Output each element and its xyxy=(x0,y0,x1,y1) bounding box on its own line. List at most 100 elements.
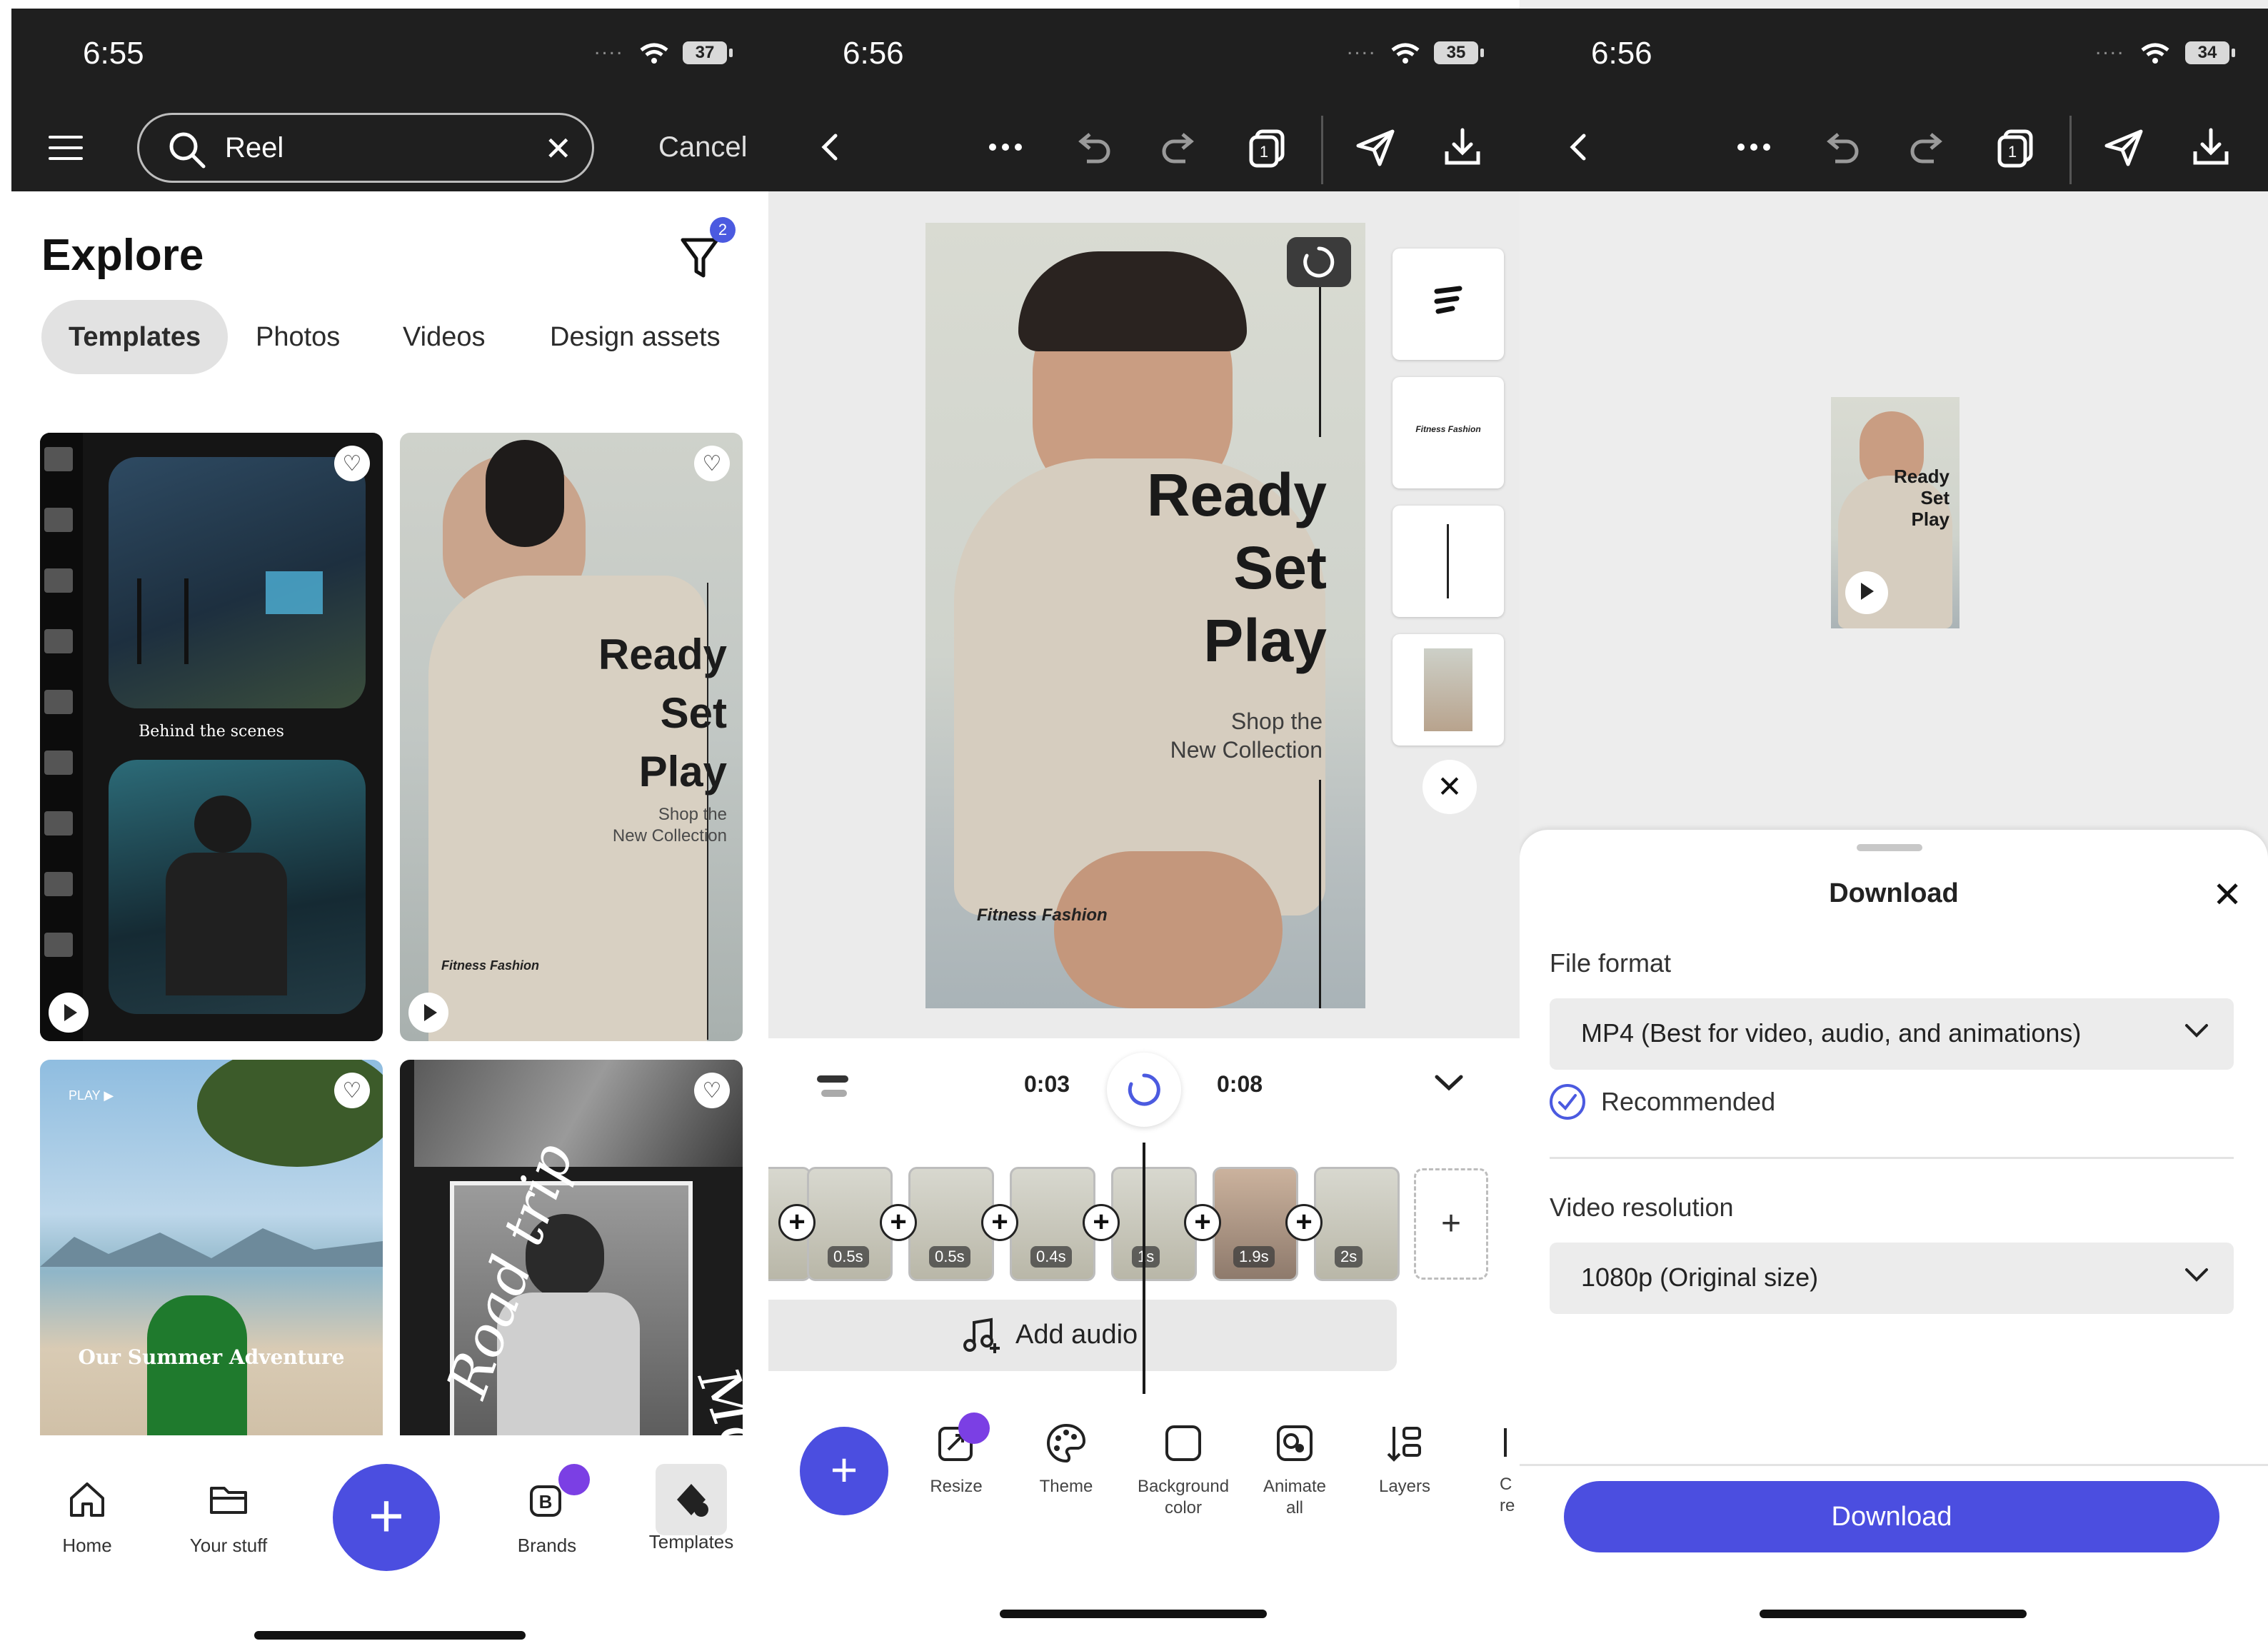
status-time: 6:56 xyxy=(843,36,904,71)
cancel-button[interactable]: Cancel xyxy=(658,131,748,164)
download-sheet: Download ✕ File format MP4 (Best for vid… xyxy=(1520,830,2268,1651)
sheet-handle[interactable] xyxy=(1857,844,1922,851)
tile-caption: Behind the scenes xyxy=(40,723,383,741)
search-field[interactable]: Reel ✕ xyxy=(137,113,594,183)
wifi-icon xyxy=(1391,43,1420,64)
download-screen: 6:56 .... 34 1 ReadySetPlay Download ✕ F… xyxy=(1520,0,2268,1651)
signal-indicator: .... xyxy=(2095,36,2124,60)
template-tile-behind-the-scenes[interactable]: Behind the scenes ♡ xyxy=(40,433,383,1041)
design-brand-text[interactable]: Fitness Fashion xyxy=(977,905,1108,925)
back-icon[interactable] xyxy=(1558,126,1601,169)
share-send-icon[interactable] xyxy=(2102,126,2145,169)
preview-headline: ReadySetPlay xyxy=(1894,466,1950,530)
more-icon[interactable] xyxy=(984,126,1027,169)
svg-text:B: B xyxy=(539,1491,553,1512)
play-icon[interactable] xyxy=(49,993,89,1033)
favorite-icon[interactable]: ♡ xyxy=(334,446,370,481)
file-format-select[interactable]: MP4 (Best for video, audio, and animatio… xyxy=(1550,998,2234,1070)
divider xyxy=(1550,1157,2234,1159)
tool-cut-off[interactable]: Cre xyxy=(1500,1421,1520,1517)
tool-theme[interactable]: Theme xyxy=(1027,1421,1105,1497)
back-icon[interactable] xyxy=(810,126,853,169)
chevron-down-icon xyxy=(2184,1023,2209,1040)
wifi-icon xyxy=(640,43,668,64)
search-input[interactable]: Reel xyxy=(225,132,284,164)
top-bar: 6:56 .... 34 1 xyxy=(1520,9,2268,191)
signal-indicator: .... xyxy=(1347,36,1376,60)
template-tile-road-trip[interactable]: Road trip Mo ♡ xyxy=(400,1060,743,1445)
undo-icon[interactable] xyxy=(1071,126,1114,169)
tool-background-color[interactable]: Background color xyxy=(1137,1421,1230,1519)
brand-logo-text: Fitness Fashion xyxy=(441,958,539,973)
timeline-toggle-icon[interactable] xyxy=(813,1070,853,1105)
layers-icon xyxy=(1383,1421,1427,1465)
tool-animate-all[interactable]: Animate all xyxy=(1255,1421,1334,1519)
design-headline[interactable]: ReadySetPlay xyxy=(1147,458,1327,677)
template-tile-ready-set-play[interactable]: ReadySetPlay Shop theNew Collection Fitn… xyxy=(400,433,743,1041)
tab-videos[interactable]: Videos xyxy=(403,300,486,374)
close-panel-icon[interactable]: ✕ xyxy=(1422,760,1477,814)
battery-indicator: 35 xyxy=(1434,41,1478,64)
play-icon[interactable] xyxy=(1845,571,1888,614)
recommended-check-icon xyxy=(1550,1084,1585,1120)
menu-icon[interactable] xyxy=(49,136,83,160)
tab-photos[interactable]: Photos xyxy=(256,300,340,374)
favorite-icon[interactable]: ♡ xyxy=(694,1073,730,1108)
add-audio-button[interactable]: Add audio xyxy=(768,1300,1397,1371)
home-indicator xyxy=(1000,1610,1267,1618)
loading-spinner-icon xyxy=(1127,1073,1161,1107)
clip-6[interactable]: 2s xyxy=(1314,1167,1400,1281)
download-icon[interactable] xyxy=(2189,126,2232,169)
nav-home[interactable]: Home xyxy=(30,1478,144,1557)
add-transition-button[interactable]: + xyxy=(1083,1204,1120,1241)
brand-mark-icon xyxy=(1431,286,1465,323)
nav-templates[interactable]: Templates xyxy=(634,1478,748,1553)
page-thumb-text[interactable]: Fitness Fashion xyxy=(1393,377,1504,488)
undo-icon[interactable] xyxy=(1820,126,1862,169)
create-button[interactable]: + xyxy=(333,1464,440,1571)
add-element-button[interactable]: + xyxy=(800,1427,888,1515)
close-icon[interactable]: ✕ xyxy=(2212,874,2242,915)
download-button[interactable]: Download xyxy=(1564,1481,2219,1552)
tile-caption: Our Summer Adventure xyxy=(40,1345,383,1369)
filter-icon[interactable] xyxy=(680,236,720,280)
pages-icon[interactable]: 1 xyxy=(1245,126,1288,169)
chevron-down-icon[interactable] xyxy=(1432,1071,1465,1093)
add-transition-button[interactable]: + xyxy=(1184,1204,1221,1241)
pages-icon[interactable]: 1 xyxy=(1994,126,2037,169)
redo-icon[interactable] xyxy=(1907,126,1950,169)
divider xyxy=(1520,1464,2268,1466)
spinner-icon xyxy=(1303,246,1335,278)
play-icon[interactable] xyxy=(408,993,448,1033)
square-outline-icon xyxy=(1161,1421,1205,1465)
playhead[interactable] xyxy=(1143,1143,1145,1394)
add-transition-button[interactable]: + xyxy=(1285,1204,1323,1241)
favorite-icon[interactable]: ♡ xyxy=(334,1073,370,1108)
page-thumb-logo[interactable] xyxy=(1393,249,1504,360)
add-transition-button[interactable]: + xyxy=(981,1204,1018,1241)
add-transition-button[interactable]: + xyxy=(778,1204,816,1241)
download-icon[interactable] xyxy=(1441,126,1484,169)
redo-icon[interactable] xyxy=(1158,126,1201,169)
nav-your-stuff[interactable]: Your stuff xyxy=(171,1478,286,1557)
design-canvas[interactable]: ReadySetPlay Shop theNew Collection Fitn… xyxy=(925,223,1365,1008)
template-tile-summer-adventure[interactable]: PLAY ▶ Our Summer Adventure ♡ xyxy=(40,1060,383,1445)
tab-design-assets[interactable]: Design assets xyxy=(550,300,721,374)
tab-templates[interactable]: Templates xyxy=(41,300,228,374)
play-pause-button[interactable] xyxy=(1107,1053,1181,1127)
page-thumb-line[interactable] xyxy=(1393,506,1504,617)
add-page-button[interactable]: + xyxy=(1414,1168,1488,1280)
design-subtitle[interactable]: Shop theNew Collection xyxy=(1170,707,1323,764)
svg-text:1: 1 xyxy=(2008,143,2017,161)
nav-brands[interactable]: B Brands xyxy=(490,1478,604,1557)
add-transition-button[interactable]: + xyxy=(880,1204,917,1241)
clear-search-icon[interactable]: ✕ xyxy=(544,129,572,168)
more-icon[interactable] xyxy=(1732,126,1775,169)
page-thumb-photo[interactable] xyxy=(1393,634,1504,746)
favorite-icon[interactable]: ♡ xyxy=(694,446,730,481)
share-send-icon[interactable] xyxy=(1354,126,1397,169)
tool-layers[interactable]: Layers xyxy=(1365,1421,1444,1497)
design-preview[interactable]: ReadySetPlay xyxy=(1831,397,1960,628)
video-resolution-select[interactable]: 1080p (Original size) xyxy=(1550,1243,2234,1314)
animate-icon xyxy=(1273,1421,1317,1465)
